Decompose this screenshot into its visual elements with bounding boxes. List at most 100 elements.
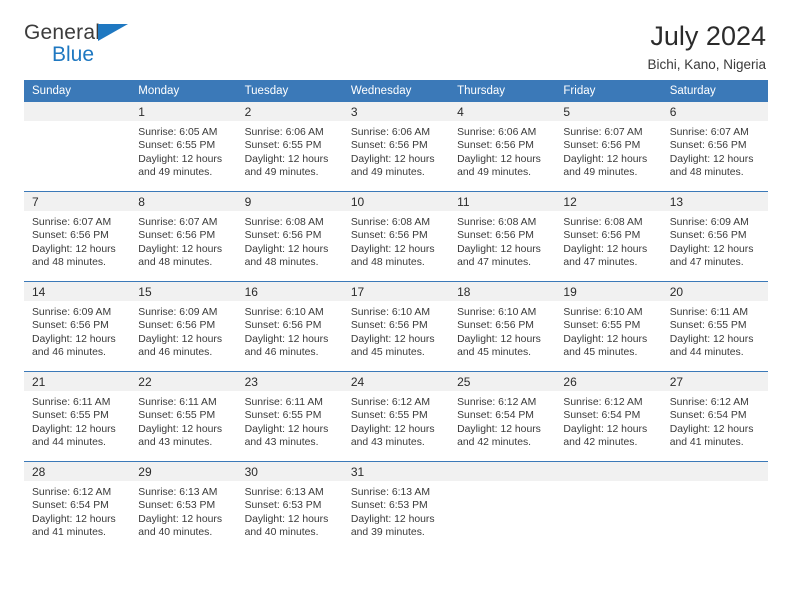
daylight-text-line2: and 45 minutes. [350, 347, 425, 359]
calendar-cell[interactable]: 7 Sunrise: 6:07 AM Sunset: 6:56 PM Daylight… [24, 191, 131, 282]
sunset-text: Sunset: 6:56 PM [350, 320, 428, 332]
sunset-text: Sunset: 6:56 PM [669, 230, 747, 242]
calendar-cell[interactable]: 8 Sunrise: 6:07 AM Sunset: 6:56 PM Daylight… [130, 191, 237, 282]
day-cell: 20 Sunrise: 6:11 AM Sunset: 6:55 PM Dayligh… [661, 282, 768, 371]
daylight-text-line1: Daylight: 12 hours [138, 153, 223, 165]
day-number: 31 [342, 462, 450, 481]
calendar-cell[interactable]: 13 Sunrise: 6:09 AM Sunset: 6:56 PM Dayligh… [661, 191, 768, 282]
calendar-cell[interactable]: 2 Sunrise: 6:06 AM Sunset: 6:55 PM Daylight… [236, 102, 343, 192]
day-cell: 10 Sunrise: 6:08 AM Sunset: 6:56 PM Dayligh… [342, 192, 450, 281]
calendar-cell[interactable]: 25 Sunrise: 6:12 AM Sunset: 6:54 PM Dayligh… [449, 371, 556, 462]
calendar-cell[interactable]: 17 Sunrise: 6:10 AM Sunset: 6:56 PM Dayligh… [342, 281, 450, 372]
day-number: 14 [24, 282, 131, 301]
sunset-text: Sunset: 6:56 PM [32, 230, 109, 242]
calendar-cell[interactable]: 20 Sunrise: 6:11 AM Sunset: 6:55 PM Dayligh… [661, 281, 768, 372]
day-number: 28 [24, 462, 131, 481]
calendar-cell[interactable] [24, 102, 131, 192]
calendar-cell[interactable]: 19 Sunrise: 6:10 AM Sunset: 6:55 PM Dayligh… [555, 281, 662, 372]
daylight-text-line1: Daylight: 12 hours [563, 423, 648, 435]
sunrise-text: Sunrise: 6:10 AM [244, 307, 324, 318]
daylight-text-line2: and 46 minutes. [32, 347, 106, 359]
day-sun-info: Sunrise: 6:12 AM Sunset: 6:54 PM Daylight:… [555, 391, 661, 450]
sunrise-text: Sunrise: 6:07 AM [32, 217, 112, 228]
daylight-text-line1: Daylight: 12 hours [669, 243, 754, 255]
calendar-cell[interactable]: 26 Sunrise: 6:12 AM Sunset: 6:54 PM Dayligh… [555, 371, 662, 462]
calendar-cell[interactable]: 12 Sunrise: 6:08 AM Sunset: 6:56 PM Dayligh… [555, 191, 662, 282]
calendar-cell[interactable]: 21 Sunrise: 6:11 AM Sunset: 6:55 PM Dayligh… [24, 371, 131, 462]
calendar-cell[interactable]: 6 Sunrise: 6:07 AM Sunset: 6:56 PM Daylight… [661, 102, 768, 192]
daylight-text-line1: Daylight: 12 hours [32, 243, 116, 255]
day-cell: 2 Sunrise: 6:06 AM Sunset: 6:55 PM Daylight… [236, 102, 343, 191]
weekday-header-sunday: Sunday [24, 80, 131, 102]
calendar-cell[interactable]: 23 Sunrise: 6:11 AM Sunset: 6:55 PM Dayligh… [236, 371, 343, 462]
day-sun-info: Sunrise: 6:08 AM Sunset: 6:56 PM Daylight:… [449, 211, 555, 270]
day-sun-info: Sunrise: 6:11 AM Sunset: 6:55 PM Daylight:… [237, 391, 343, 450]
sunset-text: Sunset: 6:55 PM [138, 410, 216, 422]
calendar-cell[interactable]: 18 Sunrise: 6:10 AM Sunset: 6:56 PM Dayligh… [449, 281, 556, 372]
calendar-cell[interactable]: 24 Sunrise: 6:12 AM Sunset: 6:55 PM Dayligh… [342, 371, 450, 462]
calendar-cell[interactable]: 14 Sunrise: 6:09 AM Sunset: 6:56 PM Dayligh… [24, 281, 131, 372]
daylight-text-line2: and 45 minutes. [563, 347, 638, 359]
daylight-text-line2: and 49 minutes. [244, 167, 319, 179]
day-cell: 6 Sunrise: 6:07 AM Sunset: 6:56 PM Daylight… [661, 102, 768, 191]
calendar-cell[interactable]: 1 Sunrise: 6:05 AM Sunset: 6:55 PM Daylight… [130, 102, 237, 192]
calendar-week-row: 1 Sunrise: 6:05 AM Sunset: 6:55 PM Daylight… [24, 102, 768, 192]
day-sun-info: Sunrise: 6:10 AM Sunset: 6:55 PM Daylight:… [555, 301, 661, 360]
calendar-cell[interactable]: 15 Sunrise: 6:09 AM Sunset: 6:56 PM Dayligh… [130, 281, 237, 372]
sunset-text: Sunset: 6:56 PM [563, 140, 641, 152]
calendar-cell[interactable]: 9 Sunrise: 6:08 AM Sunset: 6:56 PM Daylight… [236, 191, 343, 282]
day-sun-info: Sunrise: 6:13 AM Sunset: 6:53 PM Daylight:… [343, 481, 449, 540]
calendar-cell[interactable]: 28 Sunrise: 6:12 AM Sunset: 6:54 PM Dayligh… [24, 461, 131, 551]
sunrise-text: Sunrise: 6:12 AM [457, 397, 537, 408]
sunset-text: Sunset: 6:53 PM [244, 500, 322, 512]
sunset-text: Sunset: 6:56 PM [244, 320, 322, 332]
sunrise-text: Sunrise: 6:09 AM [669, 217, 749, 228]
day-number: 13 [661, 192, 768, 211]
daylight-text-line1: Daylight: 12 hours [563, 243, 648, 255]
daylight-text-line1: Daylight: 12 hours [350, 513, 435, 525]
calendar-cell[interactable]: 27 Sunrise: 6:12 AM Sunset: 6:54 PM Dayligh… [661, 371, 768, 462]
day-number: 1 [130, 102, 237, 121]
day-sun-info: Sunrise: 6:13 AM Sunset: 6:53 PM Daylight:… [130, 481, 236, 540]
triangle-icon [98, 24, 128, 41]
calendar-cell[interactable]: 31 Sunrise: 6:13 AM Sunset: 6:53 PM Dayligh… [342, 461, 450, 551]
day-number: 8 [130, 192, 237, 211]
day-cell: 28 Sunrise: 6:12 AM Sunset: 6:54 PM Dayligh… [24, 462, 131, 551]
calendar-cell[interactable]: 5 Sunrise: 6:07 AM Sunset: 6:56 PM Daylight… [555, 102, 662, 192]
sunrise-text: Sunrise: 6:07 AM [669, 127, 749, 138]
calendar-cell[interactable]: 22 Sunrise: 6:11 AM Sunset: 6:55 PM Dayligh… [130, 371, 237, 462]
sunrise-text: Sunrise: 6:06 AM [457, 127, 537, 138]
day-cell: 23 Sunrise: 6:11 AM Sunset: 6:55 PM Dayligh… [236, 372, 343, 461]
daylight-text-line1: Daylight: 12 hours [669, 153, 754, 165]
sunrise-text: Sunrise: 6:11 AM [669, 307, 749, 318]
calendar-cell[interactable]: 4 Sunrise: 6:06 AM Sunset: 6:56 PM Daylight… [449, 102, 556, 192]
sunset-text: Sunset: 6:56 PM [138, 320, 216, 332]
calendar-cell[interactable] [449, 461, 556, 551]
day-number: 24 [342, 372, 450, 391]
day-sun-info: Sunrise: 6:13 AM Sunset: 6:53 PM Daylight:… [237, 481, 343, 540]
day-number: 4 [449, 102, 556, 121]
calendar-week-row: 14 Sunrise: 6:09 AM Sunset: 6:56 PM Dayligh… [24, 281, 768, 372]
daylight-text-line2: and 41 minutes. [32, 527, 106, 539]
calendar-cell[interactable]: 11 Sunrise: 6:08 AM Sunset: 6:56 PM Dayligh… [449, 191, 556, 282]
daylight-text-line1: Daylight: 12 hours [32, 333, 116, 345]
calendar-cell[interactable]: 29 Sunrise: 6:13 AM Sunset: 6:53 PM Dayligh… [130, 461, 237, 551]
day-sun-info: Sunrise: 6:09 AM Sunset: 6:56 PM Daylight:… [130, 301, 236, 360]
calendar-cell[interactable] [555, 461, 662, 551]
calendar-cell[interactable]: 10 Sunrise: 6:08 AM Sunset: 6:56 PM Dayligh… [342, 191, 450, 282]
calendar-cell[interactable]: 3 Sunrise: 6:06 AM Sunset: 6:56 PM Daylight… [342, 102, 450, 192]
day-sun-info: Sunrise: 6:10 AM Sunset: 6:56 PM Daylight:… [449, 301, 555, 360]
calendar-cell[interactable]: 30 Sunrise: 6:13 AM Sunset: 6:53 PM Dayligh… [236, 461, 343, 551]
general-blue-logo[interactable]: General Blue [24, 22, 144, 68]
day-number: 7 [24, 192, 131, 211]
daylight-text-line1: Daylight: 12 hours [244, 333, 329, 345]
weekday-header-row: Sunday Monday Tuesday Wednesday Thursday… [24, 80, 768, 102]
title-block: July 2024 Bichi, Kano, Nigeria [647, 22, 768, 73]
day-cell: 7 Sunrise: 6:07 AM Sunset: 6:56 PM Daylight… [24, 192, 131, 281]
calendar-cell[interactable]: 16 Sunrise: 6:10 AM Sunset: 6:56 PM Dayligh… [236, 281, 343, 372]
calendar-cell[interactable] [661, 461, 768, 551]
weekday-header-tuesday: Tuesday [236, 80, 343, 102]
daylight-text-line2: and 40 minutes. [138, 527, 213, 539]
sunset-text: Sunset: 6:56 PM [457, 320, 534, 332]
daylight-text-line1: Daylight: 12 hours [244, 153, 329, 165]
